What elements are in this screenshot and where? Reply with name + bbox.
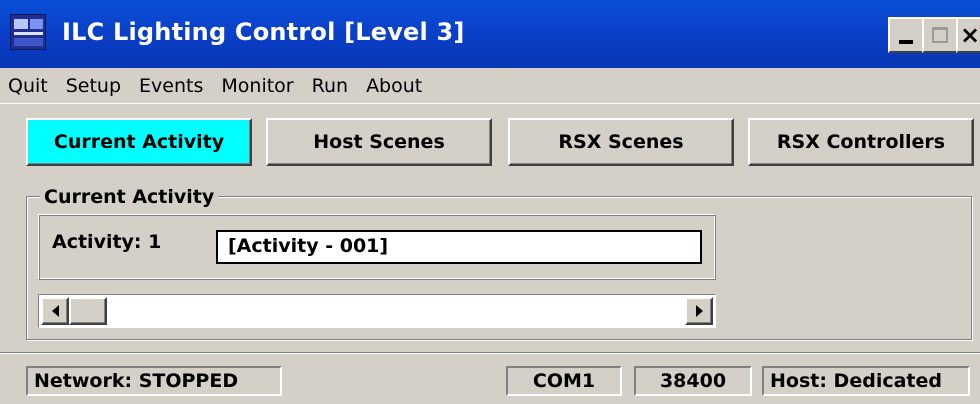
close-icon: × xyxy=(959,21,980,49)
close-button[interactable]: × xyxy=(956,17,980,53)
app-window: ILC Lighting Control [Level 3] × Quit Se… xyxy=(0,0,980,404)
menu-quit[interactable]: Quit xyxy=(0,68,57,104)
minimize-button[interactable] xyxy=(888,17,924,53)
tab-rsx-controllers[interactable]: RSX Controllers xyxy=(748,118,974,166)
status-host: Host: Dedicated xyxy=(762,366,970,396)
title-bar[interactable]: ILC Lighting Control [Level 3] × xyxy=(0,0,980,68)
status-separator xyxy=(0,352,980,354)
status-network: Network: STOPPED xyxy=(26,366,282,396)
minimize-icon xyxy=(899,40,913,44)
app-logo-icon[interactable] xyxy=(10,14,46,50)
maximize-button[interactable] xyxy=(922,17,958,53)
menu-run[interactable]: Run xyxy=(303,68,357,104)
window-title: ILC Lighting Control [Level 3] xyxy=(62,18,465,46)
activity-name-field[interactable]: [Activity - 001] xyxy=(216,230,702,264)
scroll-thumb[interactable] xyxy=(69,297,107,325)
tab-rsx-scenes[interactable]: RSX Scenes xyxy=(508,118,734,166)
menu-monitor[interactable]: Monitor xyxy=(212,68,302,104)
scroll-right-button[interactable] xyxy=(685,297,713,325)
scroll-left-button[interactable] xyxy=(41,297,69,325)
menu-setup[interactable]: Setup xyxy=(57,68,130,104)
group-title: Current Activity xyxy=(40,186,219,208)
status-baud: 38400 xyxy=(634,366,752,396)
arrow-right-icon xyxy=(695,305,703,317)
menu-events[interactable]: Events xyxy=(130,68,212,104)
arrow-left-icon xyxy=(51,305,59,317)
tab-host-scenes[interactable]: Host Scenes xyxy=(266,118,492,166)
menu-about[interactable]: About xyxy=(357,68,431,104)
maximize-icon xyxy=(932,27,948,43)
activity-scrollbar[interactable] xyxy=(38,294,716,328)
status-port: COM1 xyxy=(506,366,622,396)
activity-number-label: Activity: 1 xyxy=(52,231,162,253)
menu-bar: Quit Setup Events Monitor Run About xyxy=(0,68,980,104)
tab-current-activity[interactable]: Current Activity xyxy=(26,118,252,166)
